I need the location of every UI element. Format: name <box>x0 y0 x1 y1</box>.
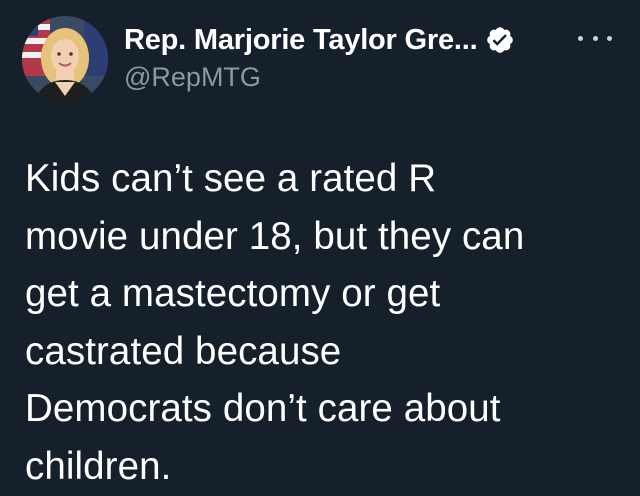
more-dot <box>578 35 583 41</box>
verified-badge-icon <box>485 25 515 55</box>
author-name-row: Rep. Marjorie Taylor Gre... <box>124 20 594 60</box>
author-info: Rep. Marjorie Taylor Gre... @RepMTG <box>124 20 594 93</box>
tweet-text: Kids can’t see a rated R movie under 18,… <box>25 150 625 495</box>
tweet-text-line: Democrats don’t care about <box>25 387 501 430</box>
author-handle[interactable]: @RepMTG <box>124 62 594 93</box>
tweet-card: Rep. Marjorie Taylor Gre... @RepMTG Kids… <box>0 0 640 496</box>
tweet-text-line: get a mastectomy or get <box>25 272 441 315</box>
tweet-header: Rep. Marjorie Taylor Gre... @RepMTG <box>22 14 622 104</box>
more-dot <box>607 35 612 41</box>
tweet-text-line: Kids can’t see a rated R <box>25 157 437 200</box>
more-options-icon[interactable] <box>578 28 612 48</box>
tweet-text-line: movie under 18, but they can <box>25 214 525 258</box>
tweet-text-line: children. <box>25 444 172 488</box>
author-display-name[interactable]: Rep. Marjorie Taylor Gre... <box>124 24 478 57</box>
avatar[interactable] <box>22 16 108 102</box>
tweet-text-line: castrated because <box>25 329 342 373</box>
more-dot <box>592 35 598 41</box>
